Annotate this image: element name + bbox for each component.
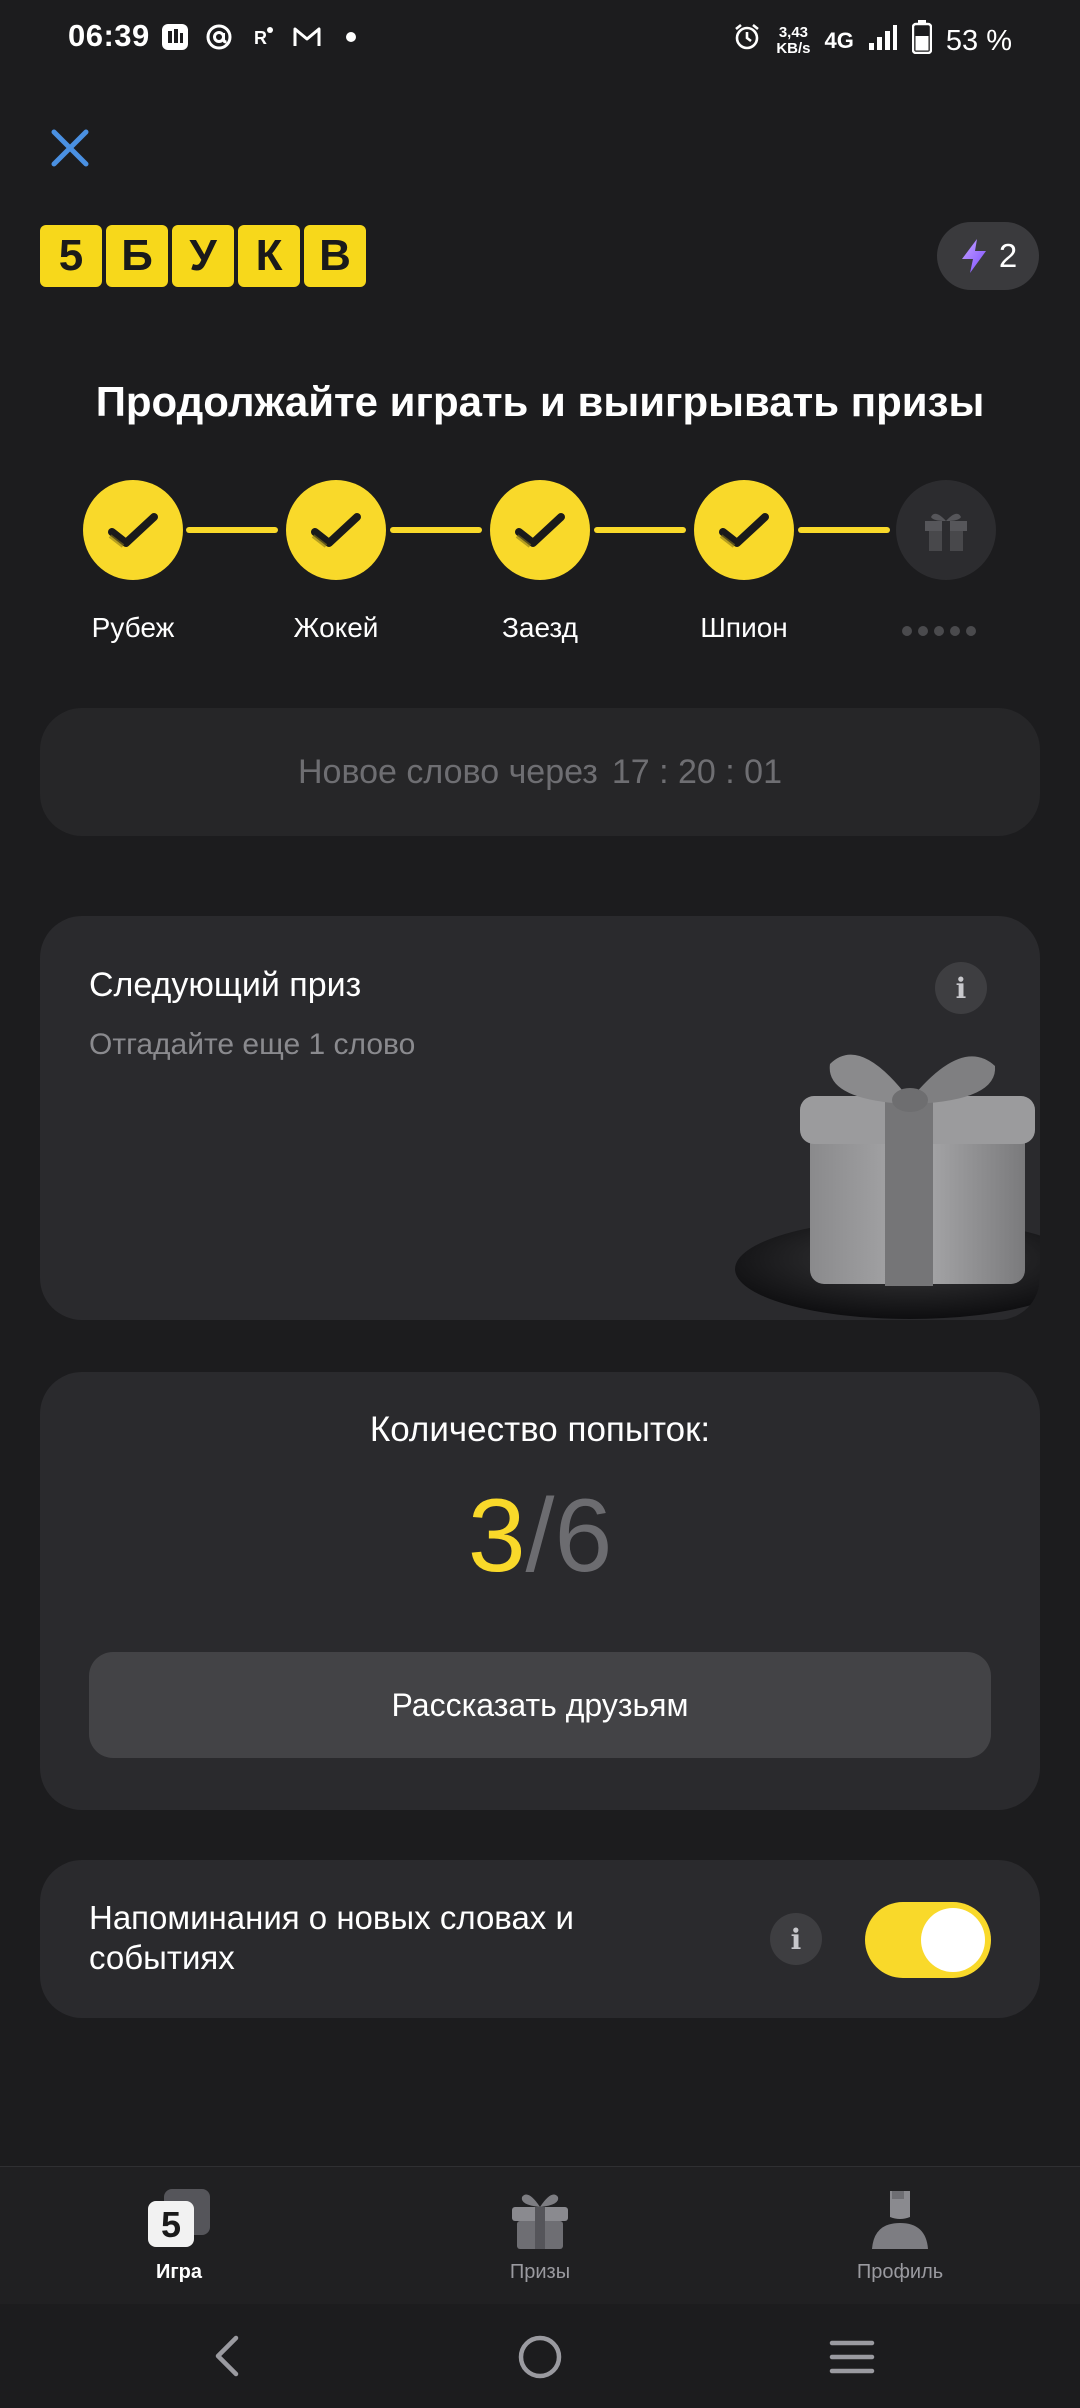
info-icon: i [790, 1922, 802, 1956]
logo-letter: В [304, 225, 366, 287]
logo-letter: 5 [40, 225, 102, 287]
progress-step-2 [286, 480, 386, 580]
toggle-knob [921, 1908, 985, 1972]
lightning-icon [961, 239, 986, 273]
check-icon [311, 513, 361, 548]
info-icon: i [955, 971, 967, 1005]
progress-connector [798, 527, 890, 533]
attempts-title: Количество попыток: [369, 1410, 711, 1449]
status-right: 3,43 KB/s 4G 53 % [732, 20, 1012, 62]
profile-icon [872, 2191, 928, 2249]
nav-item-game[interactable]: 5 Игра [69, 2187, 289, 2284]
next-word-timer: Новое слово через 17 : 20 : 01 [40, 708, 1040, 836]
progress-step-label: Заезд [501, 612, 578, 643]
nav-label: Игра [155, 2261, 203, 2283]
speed-value: 3,43 [778, 24, 809, 41]
system-navigation-bar [0, 2304, 1080, 2408]
check-icon [719, 513, 769, 548]
progress-step-4 [694, 480, 794, 580]
speed-unit: KB/s [776, 40, 811, 57]
reminder-toggle[interactable] [865, 1902, 991, 1978]
progress-step-locked [896, 480, 996, 580]
logo-letter: К [238, 225, 300, 287]
nav-label: Профиль [856, 2261, 944, 2283]
signal-icon [868, 23, 898, 59]
nav-item-profile[interactable]: Профиль [790, 2187, 1010, 2284]
logo-letter: Б [106, 225, 168, 287]
attempts-count: 3/6 [40, 1477, 1040, 1596]
alarm-icon [732, 22, 762, 60]
data-speed: 3,43 KB/s [776, 25, 810, 57]
next-prize-card[interactable]: Следующий приз Отгадайте еще 1 слово i [40, 916, 1040, 1320]
gmail-icon [292, 22, 322, 52]
svg-text:R: R [254, 28, 267, 48]
app-logo: 5 Б У К В [40, 225, 366, 287]
battery-icon [911, 20, 933, 62]
prize-info-button[interactable]: i [935, 962, 987, 1014]
at-icon [204, 22, 234, 52]
check-icon [515, 513, 565, 548]
gift-illustration [735, 1054, 1040, 1319]
progress-step-label: Рубеж [91, 612, 175, 643]
dot-icon [336, 22, 366, 52]
attempts-card: Количество попыток: 3/6 Рассказать друзь… [40, 1372, 1040, 1810]
status-time: 06:39 [68, 18, 150, 53]
hidden-word-dots [902, 626, 976, 636]
svg-text:5: 5 [161, 2204, 181, 2245]
back-icon[interactable] [208, 2334, 248, 2378]
battery-percent: 53 % [945, 24, 1012, 57]
share-with-friends-button[interactable]: Рассказать друзьям [89, 1652, 991, 1758]
status-notification-icons: R [160, 22, 366, 52]
prize-title: Следующий приз [89, 966, 362, 1004]
progress-connector [186, 527, 278, 533]
gift-icon [512, 2194, 568, 2249]
nav-item-prizes[interactable]: Призы [430, 2187, 650, 2284]
network-type: 4G [824, 28, 854, 53]
progress-step-1 [83, 480, 183, 580]
recents-icon[interactable] [828, 2338, 876, 2376]
reminder-label: Напоминания о новых словах и событиях [89, 1899, 574, 1976]
timer-label: Новое слово через [298, 752, 598, 791]
attempts-used: 3 [467, 1478, 526, 1594]
attempts-separator: / [525, 1478, 555, 1594]
game-icon: 5 [148, 2189, 210, 2247]
energy-count: 2 [998, 237, 1018, 274]
gift-icon [925, 513, 967, 551]
mts-icon [160, 22, 190, 52]
timer-value: 17 : 20 : 01 [611, 752, 782, 791]
r-icon: R [248, 22, 278, 52]
page-title: Продолжайте играть и выигрывать призы [95, 378, 985, 425]
progress-step-label: Шпион [700, 612, 788, 643]
energy-counter[interactable]: 2 [937, 222, 1039, 290]
nav-label: Призы [509, 2261, 571, 2283]
logo-letter: У [172, 225, 234, 287]
bottom-navigation: 5 Игра Призы Профиль [0, 2166, 1080, 2305]
prize-subtitle: Отгадайте еще 1 слово [89, 1028, 416, 1061]
progress-step-label: Жокей [293, 612, 379, 643]
reminder-card: Напоминания о новых словах и событиях i [40, 1860, 1040, 2018]
home-icon[interactable] [517, 2334, 563, 2380]
attempts-total: 6 [554, 1478, 613, 1594]
close-icon [51, 129, 89, 167]
progress-connector [594, 527, 686, 533]
close-button[interactable] [46, 124, 94, 172]
check-icon [108, 513, 158, 548]
progress-step-3 [490, 480, 590, 580]
reminder-info-button[interactable]: i [770, 1913, 822, 1965]
progress-connector [390, 527, 482, 533]
